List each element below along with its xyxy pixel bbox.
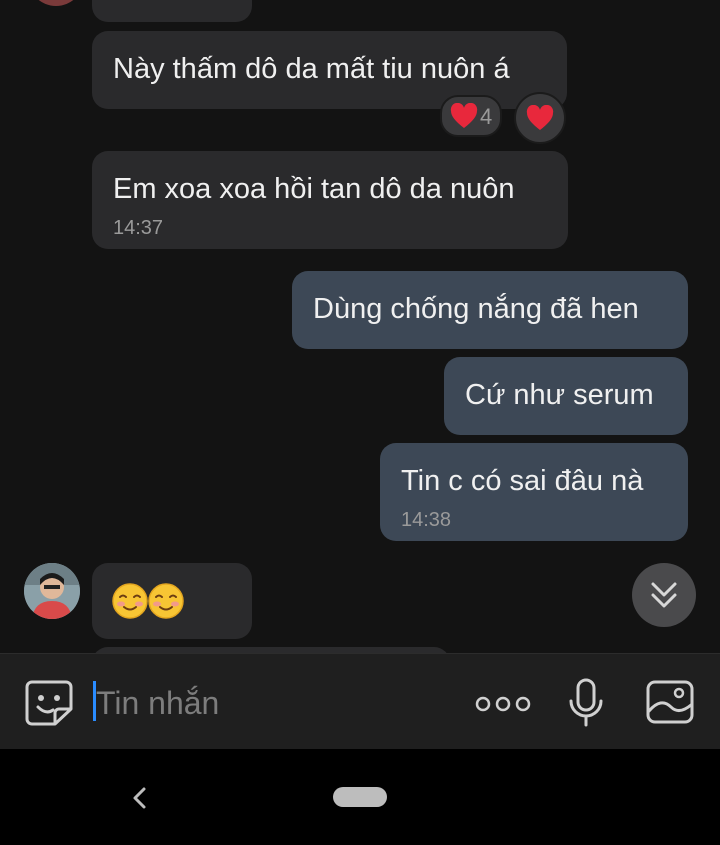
- home-pill-icon[interactable]: [333, 787, 387, 807]
- message-input-bar: Tin nhắn: [0, 653, 720, 750]
- heart-icon: [526, 105, 554, 130]
- microphone-icon[interactable]: [568, 677, 604, 729]
- blush-emoji-icon: [112, 583, 148, 619]
- message-timestamp: 14:38: [401, 509, 452, 531]
- message-bubble-sent[interactable]: Dùng chống nắng đã hen: [292, 271, 688, 349]
- message-bubble-received[interactable]: [92, 563, 252, 639]
- gallery-icon[interactable]: [645, 679, 695, 725]
- message-bubble-sent[interactable]: Cứ như serum: [444, 357, 688, 435]
- message-bubble-received[interactable]: [92, 0, 252, 22]
- heart-icon: [450, 103, 478, 128]
- scroll-down-icon: [651, 582, 677, 608]
- my-reaction[interactable]: [514, 92, 566, 144]
- back-icon[interactable]: [129, 786, 149, 810]
- avatar-photo: [24, 563, 80, 619]
- message-text: Dùng chống nắng đã hen: [313, 293, 639, 325]
- more-options-icon[interactable]: [475, 694, 531, 714]
- message-input[interactable]: Tin nhắn: [96, 685, 219, 722]
- scroll-down-button[interactable]: [632, 563, 696, 627]
- sender-avatar[interactable]: [24, 563, 80, 619]
- system-navigation-bar: [0, 749, 720, 845]
- reaction-summary[interactable]: 4: [440, 95, 502, 137]
- message-text: Em xoa xoa hồi tan dô da nuôn: [113, 173, 515, 205]
- chat-area[interactable]: Này thấm dô da mất tiu nuôn á 4 Em xoa x…: [0, 0, 720, 653]
- reaction-count: 4: [480, 104, 493, 129]
- message-text: Này thấm dô da mất tiu nuôn á: [113, 53, 510, 85]
- message-bubble-received[interactable]: Em xoa xoa hồi tan dô da nuôn 14:37: [92, 151, 568, 249]
- blush-emoji-icon: [148, 583, 184, 619]
- avatar[interactable]: [28, 0, 84, 6]
- sticker-icon[interactable]: [24, 679, 74, 727]
- message-bubble-sent[interactable]: Tin c có sai đâu nà 14:38: [380, 443, 688, 541]
- message-bubble-received[interactable]: Này thấm dô da mất tiu nuôn á: [92, 31, 567, 109]
- message-text: Cứ như serum: [465, 379, 654, 411]
- message-text: Tin c có sai đâu nà: [401, 465, 644, 497]
- message-timestamp: 14:37: [113, 217, 164, 239]
